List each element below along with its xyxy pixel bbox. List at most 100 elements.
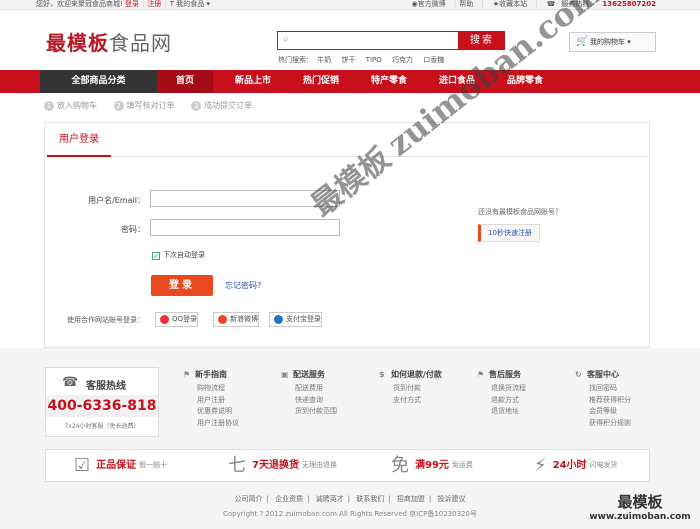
logo-main: 最模板 — [46, 31, 109, 55]
all-categories-button[interactable]: 全部商品分类 — [40, 70, 157, 93]
flag-icon: ⚑ — [183, 370, 191, 379]
promise-title: 7天退换货 — [252, 460, 299, 471]
qq-login-label: QQ登录 — [172, 315, 198, 323]
column-title-text: 新手指南 — [195, 370, 227, 379]
forgot-password-link[interactable]: 忘记密码? — [225, 280, 261, 291]
official-weibo-link[interactable]: 官方微博 — [418, 0, 446, 8]
footer-column-delivery: ▣ 配送服务 配送费用 快递查询 货到付款范围 — [281, 369, 377, 418]
footer-column-title: ▣ 配送服务 — [281, 369, 377, 383]
footer-link[interactable]: 获得积分规则 — [575, 418, 671, 430]
footer-link[interactable]: 支付方式 — [379, 395, 475, 407]
footer-link[interactable]: 优惠券说明 — [183, 406, 279, 418]
refresh-icon: ↻ — [575, 370, 582, 379]
nav-item-home[interactable]: 首页 — [157, 70, 213, 93]
hot-search-word[interactable]: 口香糖 — [423, 56, 444, 64]
qq-login-button[interactable]: QQ登录 — [155, 312, 199, 327]
footer-column-payment: $ 如何退款/付款 货到付款 支付方式 — [379, 369, 475, 406]
footer-link[interactable]: 用户注册协议 — [183, 418, 279, 430]
nav-item-brand[interactable]: 品牌零食 — [492, 70, 558, 93]
weibo-icon — [218, 315, 227, 324]
help-link[interactable]: 帮助 — [459, 0, 473, 8]
hotline-title: 客服热线 — [86, 381, 126, 392]
separator: | — [164, 0, 167, 8]
footer-bottom-link[interactable]: 公司简介 — [235, 495, 263, 503]
footer-link[interactable]: 退货地址 — [477, 406, 573, 418]
step-3: 3 成功提交订单 — [191, 100, 252, 111]
chevron-down-icon: ▾ — [627, 38, 631, 46]
nav-item-imported[interactable]: 进口食品 — [424, 70, 490, 93]
corner-watermark-zh: 最模板 — [617, 493, 663, 511]
hot-search-word[interactable]: 巧克力 — [392, 56, 413, 64]
username-field[interactable] — [150, 190, 340, 207]
cart-label: 我的购物车 — [590, 38, 625, 46]
my-food-link[interactable]: 我的食品 — [176, 0, 204, 8]
footer-link[interactable]: 会员等级 — [575, 406, 671, 418]
separator: | — [535, 0, 538, 8]
footer-column-title: ⚑ 售后服务 — [477, 369, 573, 383]
login-panel: 用户登录 用户名/Email： 密码： ✓ 下次自动登录 登录 忘记密码? 使用合… — [44, 122, 650, 348]
weibo-login-button[interactable]: 新浪微博 — [213, 312, 259, 327]
welcome-text: 您好，欢迎来聚冠食品商城! — [36, 0, 123, 8]
alipay-icon — [274, 315, 283, 324]
nav-item-promo[interactable]: 热门促销 — [288, 70, 354, 93]
separator: | — [481, 0, 484, 8]
footer-bottom-link[interactable]: 诚聘英才 — [316, 495, 344, 503]
step-label: 填写核对订单 — [126, 101, 175, 110]
nav-item-new[interactable]: 新品上市 — [220, 70, 286, 93]
step-label: 放入购物车 — [57, 101, 97, 110]
cart-button[interactable]: 🛒 我的购物车 ▾ — [569, 32, 656, 52]
panel-header: 用户登录 — [45, 123, 649, 157]
register-link[interactable]: 注册 — [147, 0, 161, 8]
footer-link[interactable]: 退换货流程 — [477, 383, 573, 395]
footer-link[interactable]: 货到付款范围 — [281, 406, 377, 418]
search-box: ⌕ — [277, 31, 459, 50]
footer-bottom-link[interactable]: 联系我们 — [356, 495, 384, 503]
footer-column-aftersale: ⚑ 售后服务 退换货流程 退款方式 退货地址 — [477, 369, 573, 418]
footer-link[interactable]: 找回密码 — [575, 383, 671, 395]
footer-bottom-link[interactable]: 投诉建议 — [437, 495, 465, 503]
partner-login-label: 使用合作网站账号登录： — [67, 316, 144, 324]
nav-item-specialty[interactable]: 特产零食 — [356, 70, 422, 93]
footer-link[interactable]: 配送费用 — [281, 383, 377, 395]
separator: | — [142, 0, 145, 8]
hot-search-word[interactable]: 牛奶 — [317, 56, 331, 64]
footer-column-title: $ 如何退款/付款 — [379, 369, 475, 383]
step-number: 1 — [44, 101, 54, 111]
step-number: 2 — [113, 101, 124, 111]
auto-login-checkbox[interactable]: ✓ 下次自动登录 — [152, 250, 205, 260]
promise-fast-delivery: ⚡ 24小时 闪电发货 — [534, 450, 618, 481]
favorite-link[interactable]: 收藏本站 — [499, 0, 527, 8]
search-button[interactable]: 搜索 — [459, 31, 505, 50]
alipay-login-button[interactable]: 支付宝登录 — [269, 312, 322, 327]
lightning-icon: ⚡ — [534, 455, 547, 476]
corner-watermark: 最模板 www.zuimoban.com — [588, 491, 692, 522]
footer-link[interactable]: 推荐获得积分 — [575, 395, 671, 407]
footer-column-title: ⚑ 新手指南 — [183, 369, 279, 383]
service-promises: ☑ 正品保证 假一赔十 七 7天退换货 无理由退换 免满99元 免运费 ⚡ 24小时 闪电发货 — [45, 449, 650, 482]
flag-icon: ⚑ — [477, 370, 485, 379]
hot-search-word[interactable]: 饼干 — [341, 56, 355, 64]
footer-bottom-link[interactable]: 招商加盟 — [397, 495, 425, 503]
footer-link[interactable]: 货到付款 — [379, 383, 475, 395]
top-bar-left: 您好，欢迎来聚冠食品商城! 登录 | 注册 | T 我的食品 ▾ — [36, 0, 210, 9]
weibo-login-label: 新浪微博 — [230, 315, 258, 323]
hot-search-word[interactable]: TIPO — [366, 56, 382, 64]
login-tab[interactable]: 用户登录 — [47, 123, 111, 157]
footer-bottom-link[interactable]: 企业资质 — [275, 495, 303, 503]
password-field[interactable] — [150, 219, 340, 236]
quick-register-button[interactable]: 10秒快速注册 — [478, 224, 540, 242]
password-label: 密码： — [121, 225, 145, 234]
footer-link[interactable]: 退款方式 — [477, 395, 573, 407]
logo-sub: 食品网 — [109, 31, 172, 55]
hotline-number-large: 400-6336-818 — [46, 395, 158, 417]
site-logo[interactable]: 最模板食品网 — [46, 27, 172, 56]
footer-link[interactable]: 购物流程 — [183, 383, 279, 395]
footer-link[interactable]: 用户注册 — [183, 395, 279, 407]
money-icon: $ — [379, 370, 385, 379]
hotline-number: 13625807202 — [602, 0, 656, 8]
login-button[interactable]: 登录 — [151, 275, 213, 296]
search-input[interactable] — [298, 34, 456, 47]
step-1: 1 放入购物车 — [44, 100, 97, 111]
footer-link[interactable]: 快递查询 — [281, 395, 377, 407]
login-link[interactable]: 登录 — [125, 0, 139, 8]
